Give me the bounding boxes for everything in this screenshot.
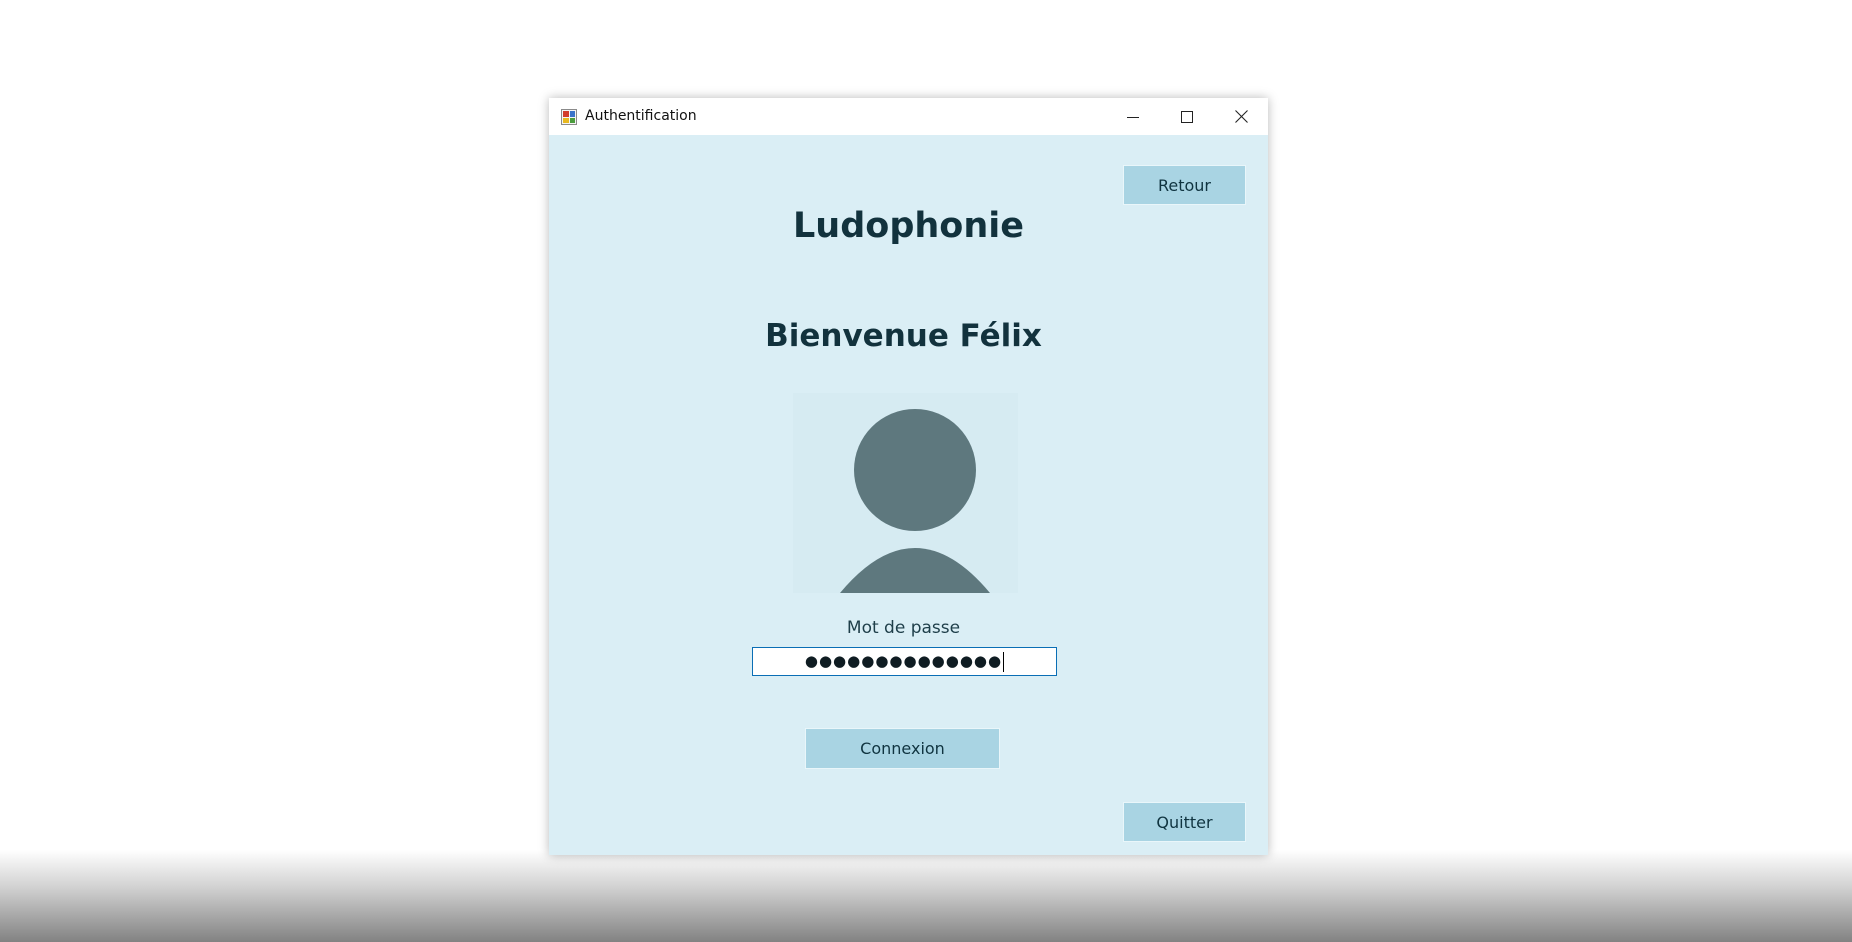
user-avatar-icon: [840, 409, 990, 593]
user-avatar: [793, 393, 1018, 593]
minimize-icon: [1127, 116, 1139, 118]
welcome-heading: Bienvenue Félix: [765, 318, 1042, 354]
minimize-button[interactable]: [1106, 98, 1160, 135]
password-value: ●●●●●●●●●●●●●●: [804, 652, 1003, 670]
text-caret: [1003, 651, 1005, 672]
app-form-icon: [561, 109, 577, 125]
login-button[interactable]: Connexion: [805, 728, 1000, 769]
maximize-button[interactable]: [1160, 98, 1214, 135]
title-bar[interactable]: Authentification: [549, 98, 1268, 135]
close-icon: [1234, 110, 1248, 123]
password-label: Mot de passe: [846, 618, 961, 638]
window-title: Authentification: [585, 108, 697, 124]
quit-button[interactable]: Quitter: [1123, 802, 1246, 842]
password-field[interactable]: ●●●●●●●●●●●●●●: [752, 647, 1057, 676]
back-button[interactable]: Retour: [1123, 165, 1246, 205]
close-button[interactable]: [1214, 98, 1268, 135]
app-name-heading: Ludophonie: [793, 206, 1024, 246]
maximize-icon: [1181, 110, 1193, 123]
auth-window: Authentification Retour Ludophonie Bienv…: [549, 98, 1268, 855]
desktop-taskbar-shadow: [0, 850, 1852, 942]
